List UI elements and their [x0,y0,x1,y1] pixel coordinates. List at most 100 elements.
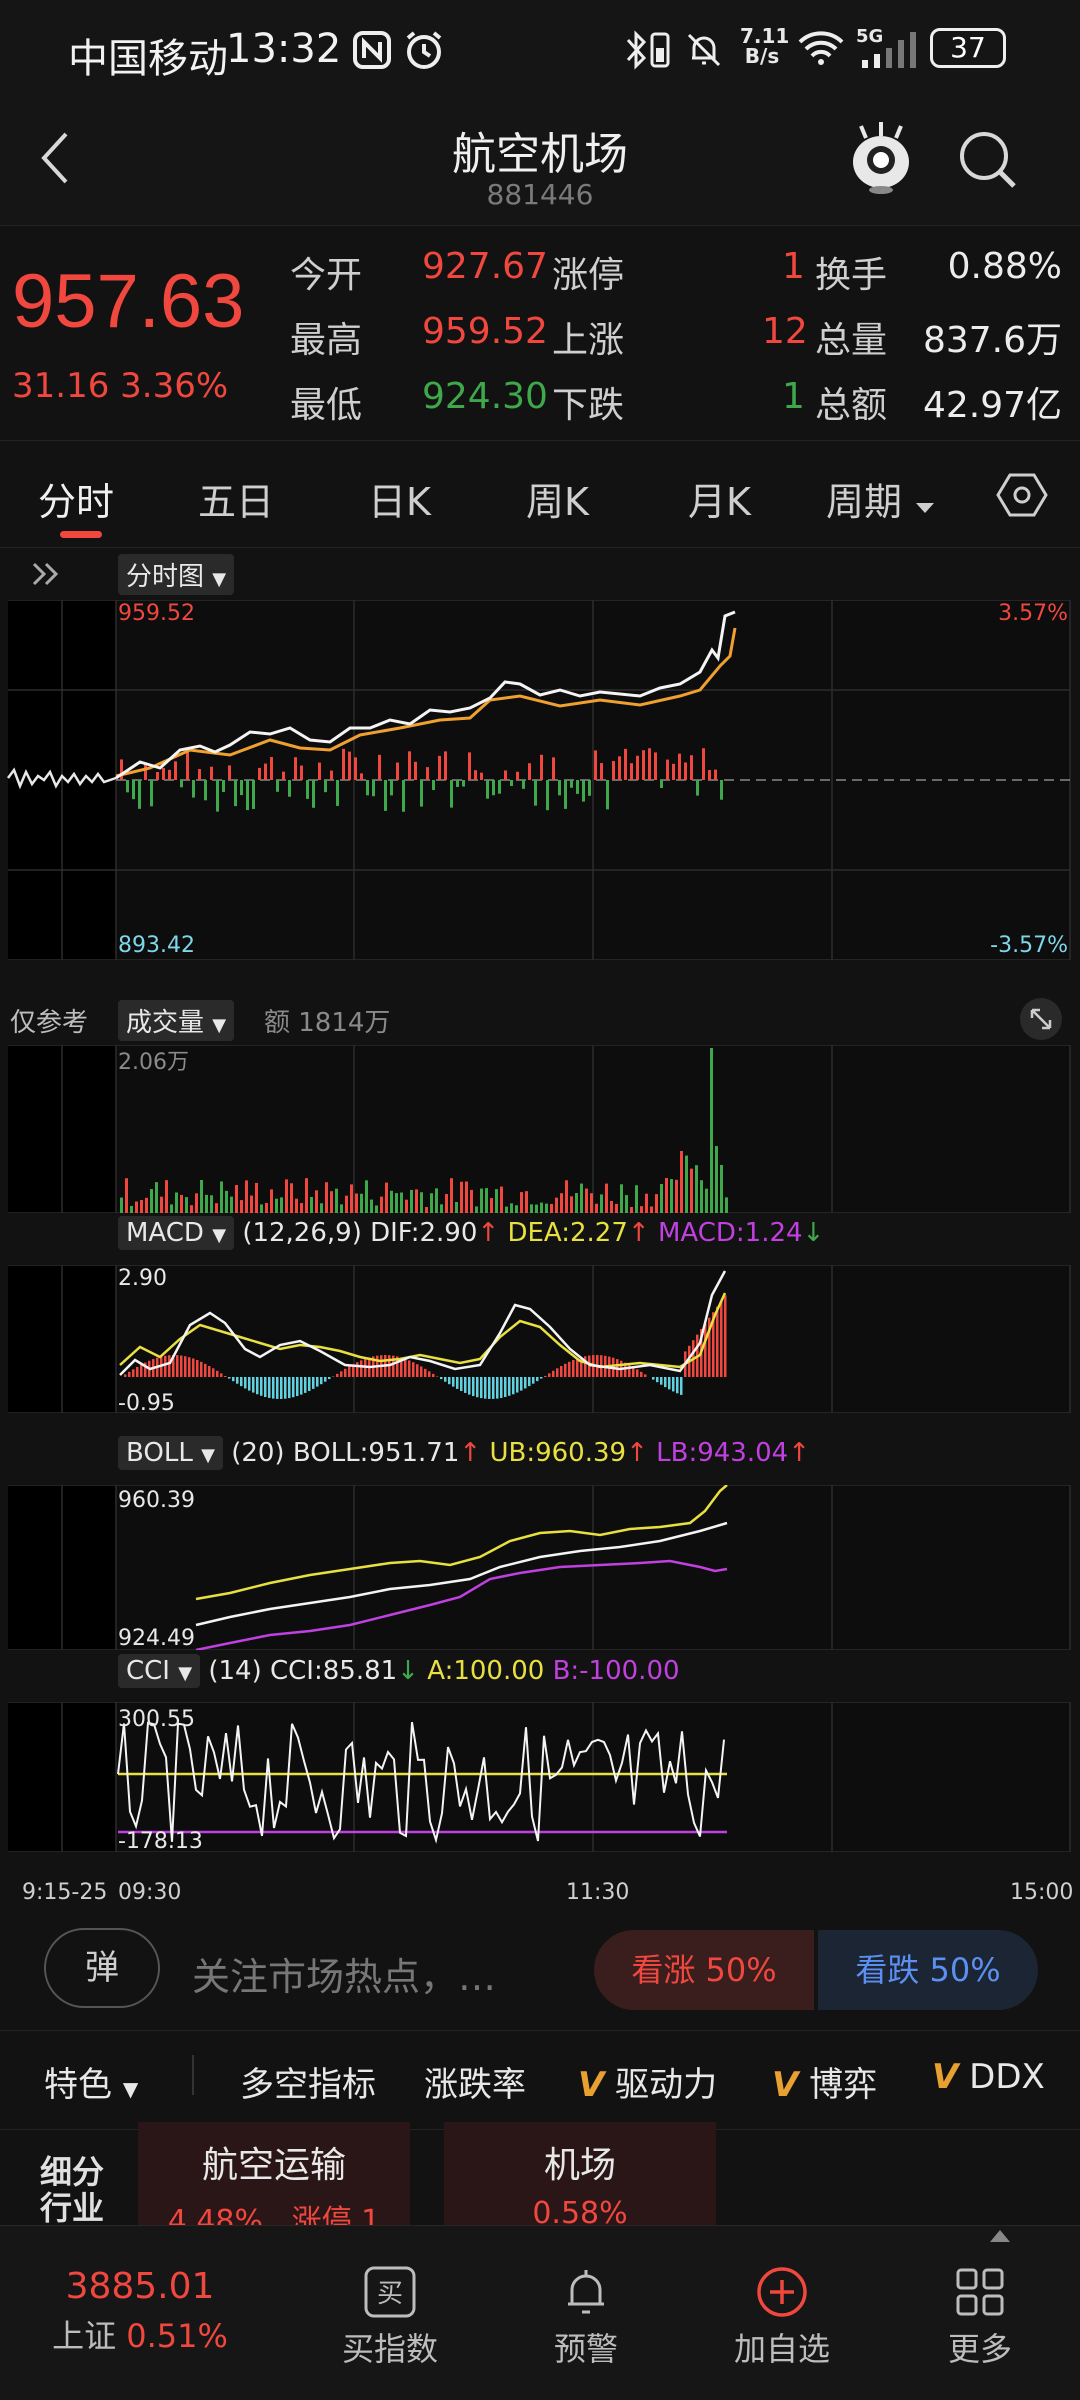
intraday-price-chart[interactable]: 959.52 893.42 3.57% -3.57% [0,600,1080,960]
volume-bar [615,1203,618,1213]
flow-bar [222,780,225,793]
volume-bar [660,1184,663,1213]
macd-bar [476,1377,479,1398]
macd-value: MACD:1.24 [657,1218,803,1248]
volume-bar [685,1155,688,1213]
sse-index-ticker[interactable]: 3885.01 上证 0.51% [30,2226,250,2400]
alert-button[interactable]: 预警 [506,2226,666,2400]
volume-bar [600,1194,603,1213]
boll-dropdown[interactable]: BOLL ▼ [118,1436,223,1470]
macd-bar [540,1377,543,1379]
macd-bar [528,1377,531,1387]
industry-name: 机场 [543,2145,616,2186]
volume-bar [325,1182,328,1213]
expand-left-icon[interactable] [28,556,64,596]
volume-bar [585,1188,588,1213]
volume-bar [210,1195,213,1213]
volume-bar [690,1168,693,1213]
special-label: 特色 [44,2065,112,2105]
tab-monthly-k[interactable]: 月K [688,471,751,526]
volume-bar [155,1182,158,1213]
up-count: 12 [762,311,808,352]
flow-bar [360,773,363,780]
flow-bar [420,780,423,807]
tab-intraday[interactable]: 分时 [38,471,114,526]
chevron-down-icon [916,503,935,513]
bearish-button[interactable]: 看跌 50% [818,1930,1038,2010]
macd-bar [260,1377,263,1396]
boll-min-label: 924.49 [118,1626,195,1650]
flow-bar [246,780,249,811]
fullscreen-icon[interactable] [1020,998,1062,1040]
macd-bar [168,1355,171,1377]
svg-text:买: 买 [377,2279,403,2309]
industry-card-aviation[interactable]: 航空运输 4.48% 涨停 1 [138,2122,410,2239]
bullish-button[interactable]: 看涨 50% [594,1930,814,2010]
volume-bar [315,1190,318,1213]
more-button[interactable]: 更多 [900,2226,1060,2400]
special-dropdown[interactable]: 特色 ▼ [44,2057,138,2106]
flow-bar [210,766,213,780]
period-tabs: 分时 五日 日K 周K 月K 周期 [0,440,1080,548]
macd-bar [660,1377,663,1385]
chart-type-dropdown[interactable]: 分时图 ▼ [118,554,235,595]
nfc-icon [352,30,392,74]
macd-bar [328,1377,331,1380]
flow-bar [522,780,525,789]
low-value: 924.30 [422,376,548,417]
search-icon[interactable] [956,128,1020,196]
industry-card-airport[interactable]: 机场 0.58% [444,2122,716,2232]
chart-area[interactable]: 分时图 ▼ 959.52 893.42 3.57% -3.57% 仅参考 成交量… [0,550,1080,1910]
feature-drive[interactable]: V 驱动力 [578,2057,717,2106]
settings-hex-icon[interactable] [996,469,1048,525]
arrow-up-icon: ↑ [477,1218,500,1248]
mascot-icon[interactable] [846,118,916,202]
cci-chart[interactable]: 300.55 -178.13 [0,1702,1080,1852]
volume-bar [185,1197,188,1213]
boll-chart[interactable]: 960.39 924.49 [0,1485,1080,1650]
tab-five-day[interactable]: 五日 [198,471,274,526]
macd-dropdown[interactable]: MACD ▼ [118,1216,235,1250]
macd-bar [208,1366,211,1377]
macd-bar [324,1377,327,1382]
flow-bar [144,763,147,780]
feature-game[interactable]: V 博弈 [772,2057,877,2106]
volume-bar [675,1179,678,1213]
volume-bar [565,1180,568,1213]
macd-bar [420,1366,423,1377]
flow-bar [660,780,663,788]
macd-chart[interactable]: 2.90 -0.95 [0,1265,1080,1413]
comment-input[interactable]: 关注市场热点，… [192,1946,496,2001]
flow-bar [354,757,357,780]
tab-period[interactable]: 周期 [826,471,936,526]
feature-up-down-rate[interactable]: 涨跌率 [424,2057,526,2106]
danmu-toggle[interactable]: 弹 [44,1928,160,2008]
volume-indicator-dropdown[interactable]: 成交量 ▼ [118,1000,235,1041]
volume-bar [460,1181,463,1213]
volume-bar [215,1203,218,1213]
flow-bar [174,761,177,780]
alert-label: 预警 [553,2330,618,2368]
macd-bar [248,1377,251,1391]
volume-bar [330,1191,333,1213]
cci-dropdown[interactable]: CCI ▼ [118,1654,201,1688]
flow-bar [414,761,417,780]
tab-weekly-k[interactable]: 周K [526,471,589,526]
buy-index-button[interactable]: 买 买指数 [310,2226,470,2400]
feature-long-short[interactable]: 多空指标 [240,2057,376,2106]
volume-chart[interactable]: 2.06万 [0,1045,1080,1213]
tab-daily-k[interactable]: 日K [368,471,431,526]
macd-bar [640,1371,643,1377]
flow-bar [336,780,339,806]
volume-bar [645,1193,648,1213]
volume-bar [505,1206,508,1213]
add-watchlist-button[interactable]: 加自选 [702,2226,862,2400]
industry-name: 航空运输 [201,2145,346,2186]
macd-bar [532,1377,535,1384]
volume-bar [175,1192,178,1213]
volume-bar [400,1192,403,1213]
volume-bar [515,1205,518,1213]
volume-bar [380,1196,383,1213]
carrier: 中国移动 [68,36,228,82]
feature-ddx[interactable]: V DDX [932,2057,1045,2097]
